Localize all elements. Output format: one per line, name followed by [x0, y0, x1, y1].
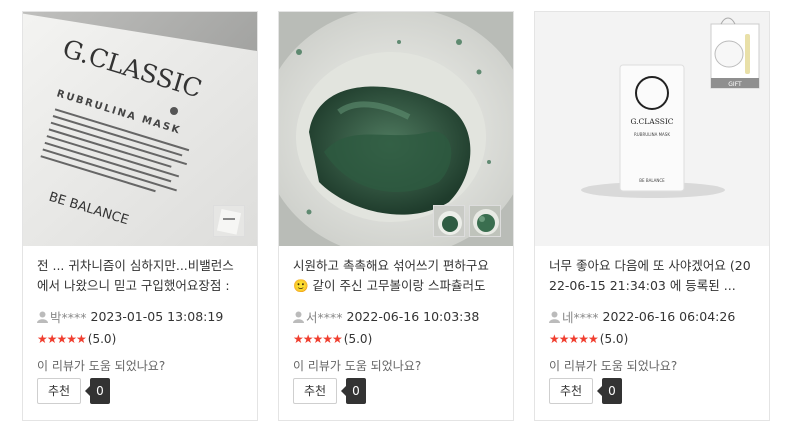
helpful-question: 이 리뷰가 도움 되었나요? [37, 359, 166, 373]
svg-text:BE BALANCE: BE BALANCE [639, 178, 665, 183]
recommend-button[interactable]: 추천 [549, 378, 594, 404]
review-date: 2022-06-16 10:03:38 [346, 309, 480, 324]
review-date: 2023-01-05 13:08:19 [90, 309, 224, 324]
person-icon [549, 311, 560, 323]
star-rating-icons: ★★★★★ [37, 332, 87, 346]
recommend-count: 0 [85, 378, 110, 404]
person-icon [293, 311, 304, 323]
thumbnail[interactable] [469, 205, 501, 237]
review-author: 네**** [562, 310, 599, 325]
review-rating: ★★★★★ (5.0) [549, 332, 628, 346]
review-author: 박**** [50, 310, 87, 325]
review-card[interactable]: G.CLASSIC RUBRULINA MASK BE BALANCE 전 ..… [22, 11, 258, 421]
recommend-group: 추천 0 [293, 378, 366, 404]
rating-value: (5.0) [343, 332, 373, 346]
photo-thumbnails [213, 205, 245, 237]
svg-text:GIFT: GIFT [728, 81, 742, 88]
star-rating-icons: ★★★★★ [293, 332, 343, 346]
recommend-button[interactable]: 추천 [293, 378, 338, 404]
person-icon [37, 311, 48, 323]
svg-text:RUBRULINA MASK: RUBRULINA MASK [634, 132, 670, 137]
review-date: 2022-06-16 06:04:26 [602, 309, 736, 324]
recommend-group: 추천 0 [549, 378, 622, 404]
rating-value: (5.0) [87, 332, 117, 346]
review-photo[interactable]: G.CLASSIC RUBRULINA MASK BE BALANCE [23, 12, 257, 246]
review-author: 서**** [306, 310, 343, 325]
review-photo[interactable]: G.CLASSIC RUBRULINA MASK BE BALANCE GIFT [535, 12, 769, 246]
review-card[interactable]: 시원하고 촉촉해요 섞어쓰기 편하구요 🙂 같이 주신 고무볼이랑 스파츌러도 … [278, 11, 514, 421]
review-text[interactable]: 전 ... 귀차니즘이 심하지만...비밸런스에서 나왔으니 믿고 구입했어요장… [37, 256, 245, 296]
recommend-group: 추천 0 [37, 378, 110, 404]
review-meta: 네**** 2022-06-16 06:04:26 [549, 307, 735, 326]
helpful-question: 이 리뷰가 도움 되었나요? [293, 359, 422, 373]
review-photo[interactable] [279, 12, 513, 246]
review-meta: 서**** 2022-06-16 10:03:38 [293, 307, 479, 326]
helpful-question: 이 리뷰가 도움 되었나요? [549, 359, 678, 373]
review-text[interactable]: 시원하고 촉촉해요 섞어쓰기 편하구요 🙂 같이 주신 고무볼이랑 스파츌러도 … [293, 256, 501, 296]
review-meta: 박**** 2023-01-05 13:08:19 [37, 307, 223, 326]
review-card[interactable]: G.CLASSIC RUBRULINA MASK BE BALANCE GIFT… [534, 11, 770, 421]
recommend-count: 0 [341, 378, 366, 404]
rating-value: (5.0) [599, 332, 629, 346]
thumbnail[interactable] [213, 205, 245, 237]
review-rating: ★★★★★ (5.0) [37, 332, 116, 346]
photo-thumbnails [433, 205, 501, 237]
recommend-button[interactable]: 추천 [37, 378, 82, 404]
recommend-count: 0 [597, 378, 622, 404]
star-rating-icons: ★★★★★ [549, 332, 599, 346]
review-rating: ★★★★★ (5.0) [293, 332, 372, 346]
svg-text:G.CLASSIC: G.CLASSIC [630, 117, 673, 126]
review-text[interactable]: 너무 좋아요 다음에 또 사야겠어요 (2022-06-15 21:34:03 … [549, 256, 757, 296]
thumbnail[interactable] [433, 205, 465, 237]
